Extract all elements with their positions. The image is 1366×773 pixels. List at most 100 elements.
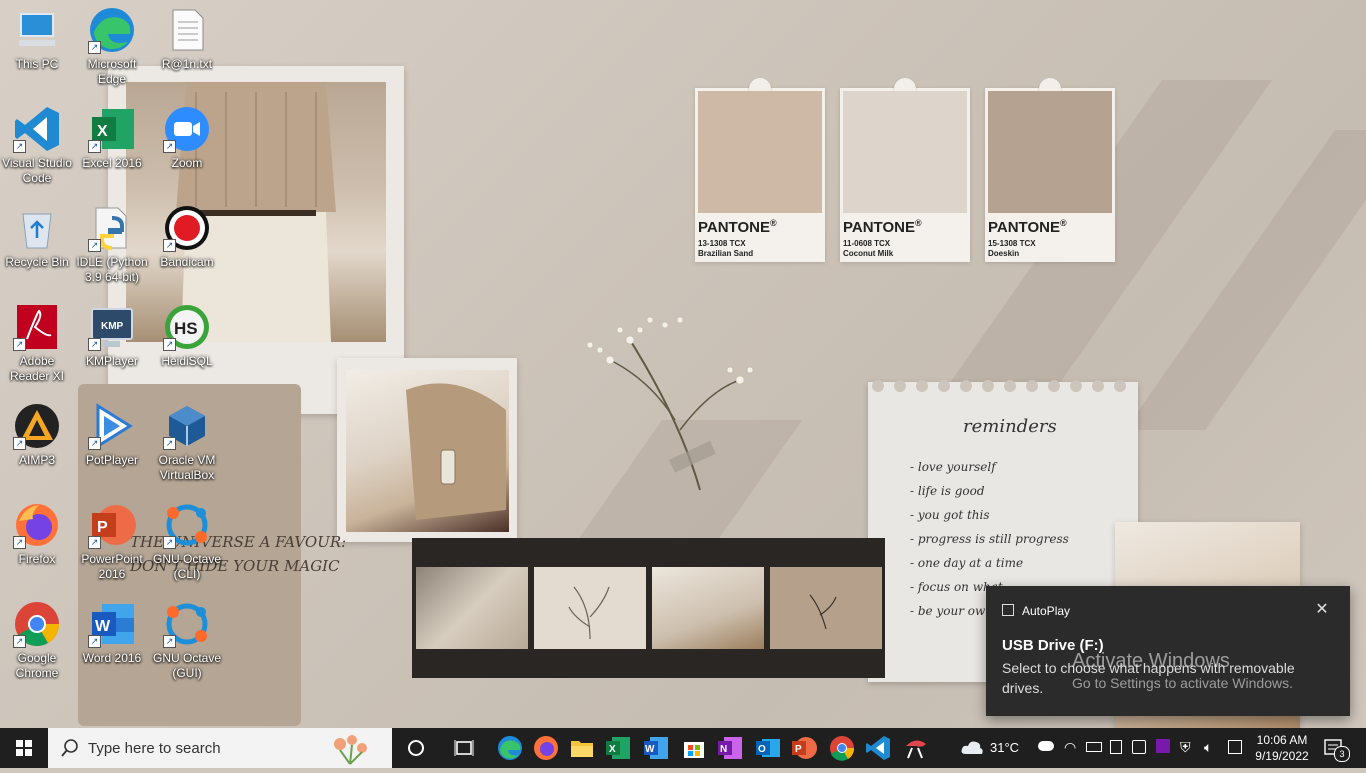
icon-label: Bandicam: [160, 255, 214, 269]
security-icon[interactable]: ⛨: [1180, 739, 1191, 756]
excel-icon[interactable]: X: [604, 734, 632, 762]
powerpoint-icon[interactable]: P: [790, 734, 818, 762]
shortcut-arrow-icon: ↗: [163, 140, 176, 153]
weather-widget[interactable]: 31°C: [958, 728, 1022, 768]
shortcut-arrow-icon: ↗: [88, 536, 101, 549]
svg-text:X: X: [609, 744, 616, 755]
leaf-illustration: [568, 586, 610, 640]
start-button[interactable]: [0, 728, 48, 768]
desktop-icon-adobe-reader[interactable]: ↗ Adobe Reader XI: [0, 303, 74, 384]
wifi-icon[interactable]: ◠: [1064, 739, 1076, 756]
icon-label: Recycle Bin: [5, 255, 69, 269]
search-icon: [61, 739, 78, 757]
shortcut-arrow-icon: ↗: [13, 437, 26, 450]
clock-time: 10:06 AM: [1256, 733, 1308, 747]
pantone-card-1: PANTONE® 13-1308 TCX Brazilian Sand: [695, 78, 825, 262]
edge-icon[interactable]: [496, 734, 524, 762]
clock-date: 9/19/2022: [1255, 749, 1309, 763]
word-icon[interactable]: W: [642, 734, 670, 762]
icon-label: Google Chrome: [15, 651, 59, 680]
store-icon[interactable]: [680, 734, 708, 762]
desktop-icon-chrome[interactable]: ↗ Google Chrome: [0, 600, 74, 681]
onenote-icon[interactable]: N: [716, 734, 744, 762]
icon-label: GNU Octave (CLI): [152, 552, 221, 581]
svg-text:P: P: [97, 519, 108, 536]
zoom-icon: ↗: [163, 105, 211, 153]
chrome-icon[interactable]: [828, 734, 856, 762]
firefox-icon[interactable]: [532, 734, 560, 762]
pantone-code: 13-1308 TCX: [698, 239, 746, 248]
film-frame-1: [416, 567, 528, 649]
word-icon: W ↗: [88, 600, 136, 648]
desktop-icon-word[interactable]: W ↗ Word 2016: [75, 600, 149, 666]
desktop-icon-bandicam[interactable]: ↗ Bandicam: [150, 204, 224, 270]
desktop-icon-idle[interactable]: ↗ IDLE (Python 3.9 64-bit): [75, 204, 149, 285]
weather-temp: 31°C: [990, 740, 1020, 755]
wallpaper-photo-knit: [337, 358, 517, 542]
vscode-icon[interactable]: [864, 734, 892, 762]
desktop-icon-kmplayer[interactable]: KMP ↗ KMPlayer: [75, 303, 149, 369]
notification-count-badge: 3: [1334, 746, 1350, 762]
snipping-icon[interactable]: [902, 734, 930, 762]
desktop-icon-recycle-bin[interactable]: Recycle Bin: [0, 204, 74, 270]
reminder-item: - one day at a time: [910, 556, 1024, 570]
text-file-icon: [163, 6, 211, 54]
film-frame-4: [770, 567, 882, 649]
heidisql-icon: HS ↗: [163, 303, 211, 351]
desktop-icon-text-file[interactable]: R@1n.txt: [150, 6, 224, 72]
pantone-brand-text: PANTONE: [698, 219, 770, 236]
pantone-name: Coconut Milk: [843, 249, 894, 258]
onenote-tray-icon[interactable]: [1156, 739, 1170, 753]
icon-label: R@1n.txt: [161, 57, 213, 71]
clock[interactable]: 10:06 AM 9/19/2022: [1250, 732, 1314, 764]
keyboard-icon[interactable]: [1228, 740, 1242, 754]
cloud-icon: [961, 741, 983, 754]
desktop-icon-octave-cli[interactable]: ↗ GNU Octave (CLI): [150, 501, 224, 582]
desktop-icon-aimp[interactable]: ↗ AIMP3: [0, 402, 74, 468]
icon-label: Firefox: [18, 552, 56, 566]
desktop-icon-zoom[interactable]: ↗ Zoom: [150, 105, 224, 171]
file-explorer-icon[interactable]: [568, 734, 596, 762]
desktop-icon-edge[interactable]: ↗ Microsoft Edge: [75, 6, 149, 87]
network-icon[interactable]: [1132, 740, 1146, 754]
reminder-item: - love yourself: [910, 460, 996, 474]
taskbar-search-box[interactable]: Type here to search: [48, 728, 392, 768]
desktop[interactable]: THE UNIVERSE A FAVOUR: DON'T HIDE YOUR M…: [0, 0, 1366, 728]
filmstrip: [412, 538, 885, 678]
system-tray-icons: ◠ ⛨ 🔈︎: [1034, 728, 1244, 768]
desktop-icon-vscode[interactable]: ↗ Visual Studio Code: [0, 105, 74, 186]
device-icon[interactable]: [1110, 740, 1122, 754]
virtualbox-icon: ↗: [163, 402, 211, 450]
desktop-icon-heidisql[interactable]: HS ↗ HeidiSQL: [150, 303, 224, 369]
battery-icon[interactable]: [1086, 742, 1102, 752]
task-view-icon[interactable]: [450, 734, 478, 762]
cortana-icon[interactable]: [402, 734, 430, 762]
desktop-icon-virtualbox[interactable]: ↗ Oracle VM VirtualBox: [150, 402, 224, 483]
volume-icon[interactable]: 🔈︎: [1204, 739, 1212, 756]
desktop-icon-this-pc[interactable]: This PC: [0, 6, 74, 72]
potplayer-icon: ↗: [88, 402, 136, 450]
icon-label: Visual Studio Code: [2, 156, 72, 185]
taskbar: Type here to search X W N O P 31°C ◠ ⛨ 🔈…: [0, 728, 1366, 768]
shortcut-arrow-icon: ↗: [163, 536, 176, 549]
desktop-icon-octave-gui[interactable]: ↗ GNU Octave (GUI): [150, 600, 224, 681]
close-icon[interactable]: ✕: [1312, 600, 1332, 620]
recycle-bin-icon: [13, 204, 61, 252]
svg-text:HS: HS: [174, 319, 198, 338]
notification-center-button[interactable]: 3: [1322, 736, 1350, 762]
pantone-brand-text: PANTONE: [843, 219, 915, 236]
desktop-icon-potplayer[interactable]: ↗ PotPlayer: [75, 402, 149, 468]
icon-label: PowerPoint 2016: [81, 552, 143, 581]
desktop-icon-excel[interactable]: X ↗ Excel 2016: [75, 105, 149, 171]
pantone-brand-text: PANTONE: [988, 219, 1060, 236]
icon-label: Excel 2016: [82, 156, 142, 170]
svg-text:W: W: [645, 744, 655, 755]
pantone-name: Brazilian Sand: [698, 249, 754, 258]
desktop-icon-firefox[interactable]: ↗ Firefox: [0, 501, 74, 567]
desktop-icon-powerpoint[interactable]: P ↗ PowerPoint 2016: [75, 501, 149, 582]
onedrive-icon[interactable]: [1038, 741, 1054, 751]
toast-header: AutoPlay: [1002, 604, 1070, 618]
pantone-brand: PANTONE®: [843, 218, 922, 236]
outlook-icon[interactable]: O: [754, 734, 782, 762]
pantone-brand: PANTONE®: [988, 218, 1067, 236]
